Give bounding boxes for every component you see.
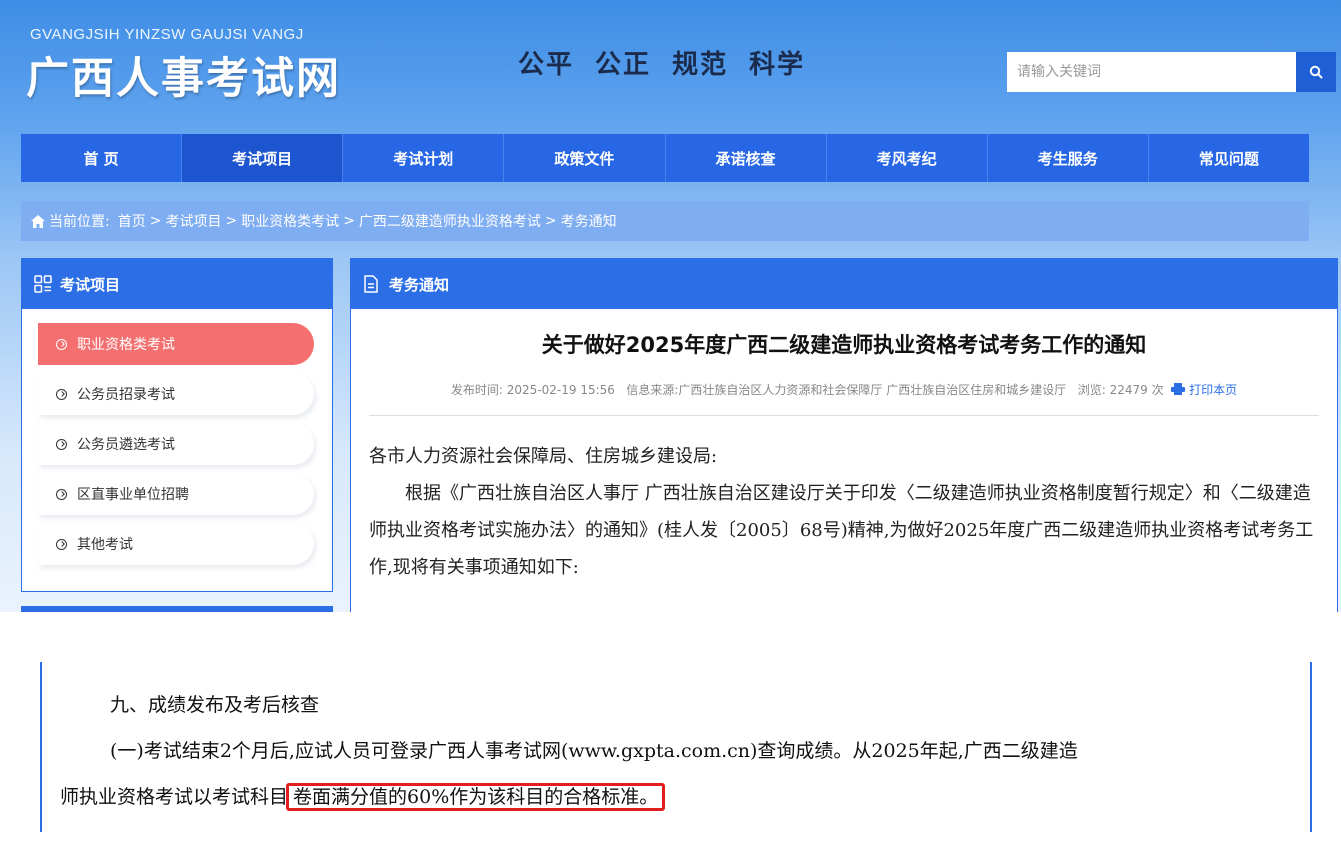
article-panel-header: 考务通知 (351, 259, 1337, 309)
nav-item-exam-plan[interactable]: 考试计划 (343, 134, 505, 182)
source-label: 信息来源: (626, 383, 679, 397)
chevron-circle-icon (56, 438, 67, 450)
snippet-line-1: (一)考试结束2个月后,应试人员可登录广西人事考试网(www.gxpta.com… (110, 740, 1078, 762)
breadcrumb-link-exam-projects[interactable]: 考试项目 (165, 211, 221, 231)
sidebar-item-label: 区直事业单位招聘 (77, 487, 189, 503)
divider (369, 415, 1319, 416)
sidebar-item-label: 其他考试 (77, 537, 133, 553)
snippet-heading: 九、成绩发布及考后核查 (110, 694, 320, 716)
snippet-text: 九、成绩发布及考后核查 (一)考试结束2个月后,应试人员可登录广西人事考试网(w… (60, 682, 1312, 820)
breadcrumb-link-constructor-exam[interactable]: 广西二级建造师执业资格考试 (359, 211, 541, 231)
article-title: 关于做好2025年度广西二级建造师执业资格考试考务工作的通知 (541, 333, 1147, 357)
views-count: 22479 (1109, 383, 1148, 397)
home-icon (31, 214, 45, 228)
breadcrumb-prefix: 当前位置: (49, 214, 110, 230)
website-screenshot: GVANGJSIH YINZSW GAUJSI VANGJ 广西人事考试网 公平… (0, 0, 1341, 612)
print-page-label: 打印本页 (1189, 383, 1238, 397)
snippet-line-2-plain: 师执业资格考试以考试科目 (60, 786, 289, 808)
publish-label: 发布时间: (450, 383, 503, 397)
nav-item-candidate-service[interactable]: 考生服务 (988, 134, 1149, 182)
breadcrumb-link-home[interactable]: 首页 (118, 211, 146, 231)
views-unit: 次 (1151, 383, 1164, 397)
breadcrumb: 当前位置: 首页 > 考试项目 > 职业资格类考试 > 广西二级建造师执业资格考… (21, 201, 1309, 241)
nav-item-policy[interactable]: 政策文件 (504, 134, 666, 182)
breadcrumb-separator: > (225, 213, 238, 229)
sidebar: 考试项目 职业资格类考试 公务员招录考试 公务员遴选考试 区直事业单位招聘 其他… (21, 258, 333, 592)
nav-item-faq[interactable]: 常见问题 (1149, 134, 1309, 182)
sidebar-item-professional-exams[interactable]: 职业资格类考试 (38, 323, 314, 365)
nav-item-exam-projects[interactable]: 考试项目 (182, 134, 344, 182)
sidebar-item-public-institution[interactable]: 区直事业单位招聘 (38, 473, 314, 515)
main-nav: 首 页 考试项目 考试计划 政策文件 承诺核查 考风考纪 考生服务 常见问题 (21, 134, 1309, 182)
sidebar-title: 考试项目 (60, 275, 121, 294)
article-body: 各市人力资源社会保障局、住房城乡建设局: 根据《广西壮族自治区人事厅 广西壮族自… (369, 438, 1319, 586)
site-slogan: 公平 公正 规范 科学 (518, 50, 806, 80)
breadcrumb-link-professional-exams[interactable]: 职业资格类考试 (241, 211, 339, 231)
article-paragraph: 根据《广西壮族自治区人事厅 广西壮族自治区建设厅关于印发〈二级建造师执业资格制度… (369, 483, 1314, 578)
nav-item-home[interactable]: 首 页 (21, 134, 183, 182)
chevron-circle-icon (56, 488, 67, 500)
snippet-line-2: 师执业资格考试以考试科目 卷面满分值的60%作为该科目的合格标准。 (60, 774, 1312, 820)
source-value: 广西壮族自治区人力资源和社会保障厅 广西壮族自治区住房和城乡建设厅 (678, 383, 1067, 397)
sidebar-item-other-exams[interactable]: 其他考试 (38, 523, 314, 565)
publish-time: 2025-02-19 15:56 (506, 383, 615, 397)
nav-item-discipline[interactable]: 考风考纪 (827, 134, 988, 182)
breadcrumb-separator: > (149, 213, 162, 229)
section-title: 考务通知 (389, 275, 450, 294)
sidebar-item-label: 公务员遴选考试 (77, 437, 175, 453)
sidebar-item-label: 职业资格类考试 (77, 337, 175, 353)
document-snippet: 九、成绩发布及考后核查 (一)考试结束2个月后,应试人员可登录广西人事考试网(w… (0, 612, 1341, 849)
search-input[interactable]: 请输入关键词 (1007, 52, 1296, 92)
grid-icon (34, 275, 52, 293)
breadcrumb-link-notices[interactable]: 考务通知 (561, 211, 617, 231)
chevron-circle-icon (56, 338, 67, 350)
article-panel: 考务通知 关于做好2025年度广西二级建造师执业资格考试考务工作的通知 发布时间… (350, 258, 1338, 612)
search-button[interactable] (1296, 52, 1336, 92)
salutation: 各市人力资源社会保障局、住房城乡建设局: (369, 446, 718, 467)
printer-icon (1171, 383, 1186, 395)
logo-pinyin: GVANGJSIH YINZSW GAUJSI VANGJ (30, 26, 304, 43)
site-header: GVANGJSIH YINZSW GAUJSI VANGJ 广西人事考试网 公平… (0, 0, 1341, 130)
document-icon (364, 275, 378, 293)
sidebar-list: 职业资格类考试 公务员招录考试 公务员遴选考试 区直事业单位招聘 其他考试 (22, 309, 332, 565)
sidebar-item-label: 公务员招录考试 (77, 387, 175, 403)
sidebar-item-civil-servant-recruit[interactable]: 公务员招录考试 (38, 373, 314, 415)
article-meta: 发布时间: 2025-02-19 15:56 信息来源:广西壮族自治区人力资源和… (369, 379, 1319, 401)
breadcrumb-separator: > (544, 213, 557, 229)
sidebar-header: 考试项目 (22, 259, 332, 309)
site-logo[interactable]: 广西人事考试网 (26, 44, 341, 106)
chevron-circle-icon (56, 388, 67, 400)
highlighted-passing-standard: 卷面满分值的60%作为该科目的合格标准。 (286, 783, 666, 811)
breadcrumb-separator: > (343, 213, 355, 229)
views-label: 浏览: (1077, 383, 1106, 397)
sidebar-item-civil-servant-selection[interactable]: 公务员遴选考试 (38, 423, 314, 465)
print-page-link[interactable]: 打印本页 (1171, 383, 1237, 397)
nav-item-verification[interactable]: 承诺核查 (666, 134, 827, 182)
search-icon (1309, 65, 1323, 79)
chevron-circle-icon (56, 538, 67, 550)
